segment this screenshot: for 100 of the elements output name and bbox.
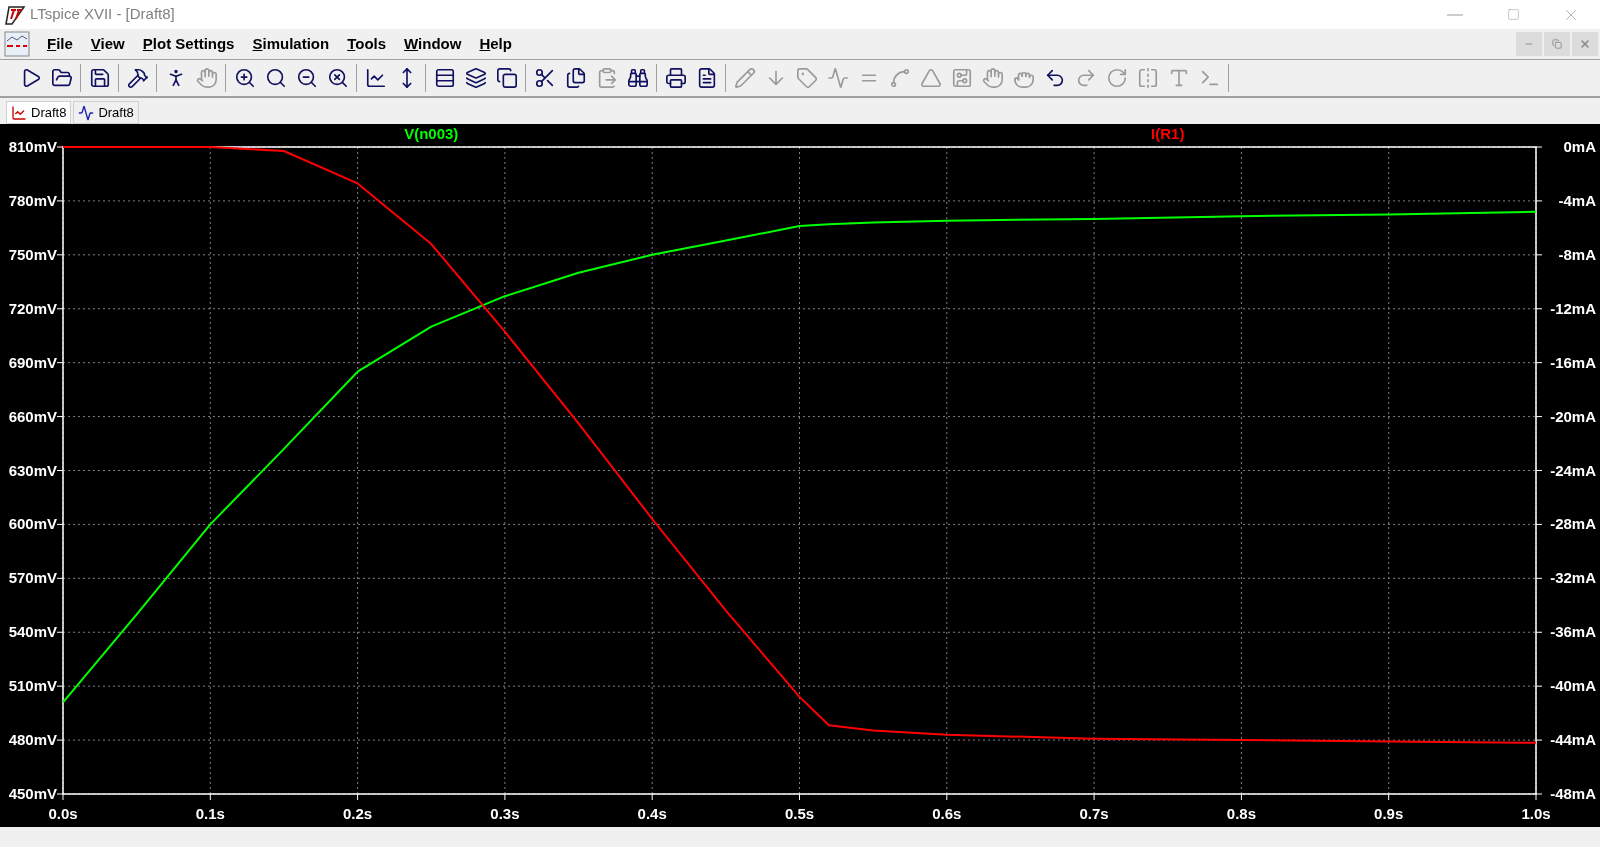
hammer-icon: [126, 67, 149, 89]
tick-mark: [946, 793, 948, 801]
label-icon: [795, 67, 818, 89]
x-axis-label: 0.9s: [1374, 805, 1404, 822]
menu-item[interactable]: Simulation: [243, 32, 339, 56]
tick-mark: [56, 685, 64, 687]
printer-icon: [664, 67, 687, 89]
magnifier-icon: [264, 67, 287, 89]
left-axis-label: 720mV: [8, 299, 57, 317]
left-axis-label: 600mV: [8, 515, 57, 533]
tick-mark: [1535, 631, 1543, 633]
tick-mark: [1535, 685, 1543, 687]
right-axis-label: -12mA: [1550, 299, 1596, 317]
right-axis-label: -36mA: [1550, 623, 1596, 641]
right-axis-label: -4mA: [1558, 191, 1596, 209]
left-axis-label: 570mV: [8, 569, 57, 587]
magnifier-cross-icon: [326, 67, 349, 89]
x-axis-label: 0.0s: [48, 805, 78, 822]
right-axis-label: -16mA: [1550, 353, 1596, 371]
right-axis-label: -24mA: [1550, 461, 1596, 479]
right-axis-label: -32mA: [1550, 569, 1596, 587]
zoom-in-icon: [233, 67, 256, 89]
x-axis-label: 0.8s: [1226, 805, 1256, 822]
x-axis-label: 0.2s: [343, 805, 373, 822]
waveform-icon: [11, 104, 27, 121]
tick-mark: [1535, 577, 1543, 579]
tick-mark: [56, 416, 64, 418]
app-logo-icon: [4, 4, 26, 25]
tick-mark: [1535, 200, 1543, 202]
tick-mark: [56, 739, 64, 741]
restore-document-button[interactable]: [1544, 32, 1570, 56]
x-axis-label: 0.6s: [932, 805, 962, 822]
scissors-icon: [533, 67, 556, 89]
x-axis-label: 1.0s: [1521, 805, 1551, 822]
right-axis-label: 0mA: [1563, 138, 1596, 155]
right-axis-label: -8mA: [1558, 245, 1596, 263]
menu-item[interactable]: Help: [470, 32, 521, 56]
mirror-icon: [1136, 67, 1159, 89]
tick-mark: [56, 631, 64, 633]
copy-icon: [564, 67, 587, 89]
document-tab[interactable]: Draft8: [6, 101, 72, 124]
left-axis-label: 660mV: [8, 407, 57, 425]
x-axis-label: 0.4s: [637, 805, 667, 822]
tick-mark: [56, 254, 64, 256]
window-title: LTspice XVII - [Draft8]: [30, 4, 175, 25]
tick-mark: [56, 200, 64, 202]
tick-mark: [1240, 793, 1242, 801]
rotate-icon: [1105, 67, 1128, 89]
trace-name[interactable]: V(n003): [404, 125, 459, 142]
chart-icon: [364, 67, 387, 89]
maximize-icon: [1506, 8, 1520, 21]
left-axis-label: 480mV: [8, 731, 57, 749]
hand-icon: [195, 67, 218, 89]
menu-item[interactable]: Plot Settings: [133, 32, 244, 56]
tick-mark: [56, 470, 64, 471]
rows-icon: [433, 67, 456, 89]
left-axis-label: 510mV: [8, 677, 57, 695]
x-axis-label: 0.5s: [784, 805, 815, 822]
tick-mark: [1535, 416, 1543, 418]
tick-mark: [1535, 146, 1543, 148]
menu-item[interactable]: Tools: [338, 32, 396, 56]
zigzag-icon: [826, 67, 849, 89]
minimize-icon: [1447, 13, 1463, 16]
tick-mark: [1535, 254, 1543, 256]
close-icon: [1579, 38, 1591, 50]
tick-mark: [1535, 308, 1543, 310]
left-axis-label: 780mV: [8, 191, 57, 209]
tick-mark: [56, 577, 64, 579]
right-axis-label: -28mA: [1550, 515, 1596, 533]
menu-item[interactable]: File: [38, 32, 82, 56]
tick-mark: [504, 793, 506, 801]
trace-name[interactable]: I(R1): [1151, 125, 1185, 142]
tick-mark: [1535, 362, 1543, 364]
menu-item[interactable]: View: [81, 32, 134, 56]
left-axis-label: 450mV: [8, 785, 57, 802]
tick-mark: [651, 793, 653, 801]
tick-mark: [799, 793, 800, 801]
left-axis-label: 810mV: [8, 138, 57, 155]
x-axis-label: 0.3s: [490, 805, 520, 822]
left-axis-label: 630mV: [8, 461, 57, 479]
right-axis-label: -40mA: [1550, 677, 1596, 695]
tick-mark: [1535, 470, 1543, 471]
left-axis-label: 750mV: [8, 245, 57, 263]
tick-mark: [1535, 739, 1543, 741]
tick-mark: [357, 793, 359, 801]
cascade-icon: [464, 67, 487, 89]
right-axis-label: -48mA: [1550, 785, 1596, 802]
close-document-button[interactable]: [1572, 32, 1598, 56]
left-axis-label: 690mV: [8, 353, 57, 371]
pencil-icon: [733, 67, 756, 89]
x-axis-label: 0.1s: [195, 805, 225, 822]
tick-mark: [56, 523, 64, 525]
x-axis-label: 0.7s: [1079, 805, 1109, 822]
document-tab[interactable]: Draft8: [73, 101, 139, 124]
right-axis-label: -20mA: [1550, 407, 1596, 425]
hand-icon: [981, 67, 1004, 89]
tick-mark: [56, 146, 64, 148]
menu-item[interactable]: Window: [395, 32, 471, 56]
tick-mark: [1535, 523, 1543, 525]
tick-mark: [209, 793, 211, 801]
